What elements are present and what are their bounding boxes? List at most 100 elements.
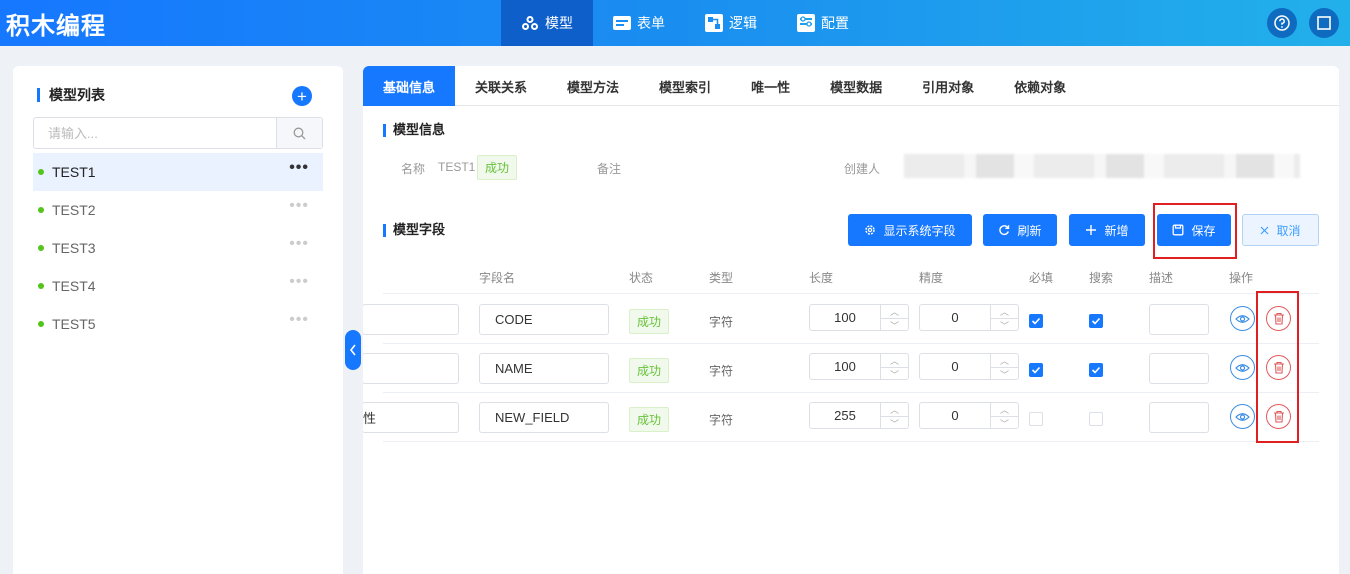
field-label-partial: 性 — [363, 411, 377, 426]
chevron-down-icon[interactable]: ﹀ — [881, 368, 908, 381]
button-label: 新增 — [1104, 223, 1129, 238]
nav-item-logic[interactable]: 逻辑 — [685, 0, 777, 46]
field-type: 字符 — [709, 364, 734, 378]
model-name: TEST4 — [52, 278, 96, 294]
search-icon — [293, 127, 306, 139]
button-label: 取消 — [1276, 223, 1301, 238]
description-input[interactable] — [1149, 402, 1209, 433]
nav-item-model[interactable]: 模型 — [501, 0, 593, 46]
chevron-down-icon[interactable]: ﹀ — [991, 319, 1018, 332]
column-header: 操作 — [1229, 271, 1254, 285]
fullscreen-button[interactable] — [1309, 8, 1339, 38]
field-type: 字符 — [709, 315, 734, 329]
chevron-down-icon[interactable]: ﹀ — [991, 417, 1018, 430]
column-header: 字段名 — [479, 271, 516, 285]
precision-stepper[interactable]: 0 ︿ ﹀ — [919, 353, 1019, 380]
view-button[interactable] — [1230, 306, 1255, 331]
top-bar: 积木编程 模型 表单 逻辑 配置 — [0, 0, 1350, 46]
more-options-icon[interactable]: ••• — [289, 273, 309, 291]
field-status-badge: 成功 — [629, 407, 670, 432]
collapse-sidebar-button[interactable] — [345, 330, 361, 370]
more-options-icon[interactable]: ••• — [289, 311, 309, 329]
chevron-up-icon[interactable]: ︿ — [881, 305, 908, 319]
chevron-up-icon[interactable]: ︿ — [881, 354, 908, 368]
field-label-input[interactable] — [363, 304, 459, 335]
required-checkbox[interactable] — [1029, 314, 1043, 328]
chevron-up-icon[interactable]: ︿ — [991, 403, 1018, 417]
model-name: TEST1 — [52, 164, 96, 180]
column-header: 状态 — [629, 271, 654, 285]
search-checkbox[interactable] — [1089, 412, 1103, 426]
eye-icon — [1235, 412, 1250, 421]
search-checkbox[interactable] — [1089, 363, 1103, 377]
model-item-test3[interactable]: TEST3 ••• — [33, 229, 323, 267]
model-info-title: 模型信息 — [383, 124, 445, 137]
model-fields-title: 模型字段 — [383, 224, 445, 237]
check-icon — [1031, 366, 1041, 374]
plus-icon: + — [297, 86, 307, 106]
model-name: TEST3 — [52, 240, 96, 256]
refresh-icon — [999, 225, 1010, 236]
model-search-input[interactable] — [34, 118, 276, 148]
chevron-up-icon[interactable]: ︿ — [991, 305, 1018, 319]
tab-basic-info[interactable]: 基础信息 — [363, 66, 456, 106]
tab-uniqueness[interactable]: 唯一性 — [731, 66, 810, 106]
tab-methods[interactable]: 模型方法 — [547, 66, 639, 106]
name-value: TEST1 — [438, 160, 476, 174]
search-button[interactable] — [276, 118, 322, 148]
tab-references[interactable]: 引用对象 — [902, 66, 994, 106]
field-label-input[interactable]: 性 — [363, 402, 459, 433]
model-search — [33, 117, 323, 149]
chevron-up-icon[interactable]: ︿ — [881, 403, 908, 417]
chevron-up-icon[interactable]: ︿ — [991, 354, 1018, 368]
required-checkbox[interactable] — [1029, 412, 1043, 426]
model-item-test4[interactable]: TEST4 ••• — [33, 267, 323, 305]
tab-model-data[interactable]: 模型数据 — [810, 66, 902, 106]
nav-item-form[interactable]: 表单 — [593, 0, 685, 46]
status-dot — [38, 169, 44, 175]
field-type: 字符 — [709, 413, 734, 427]
length-stepper[interactable]: 100 ︿ ﹀ — [809, 304, 909, 331]
cubes-icon — [522, 16, 538, 30]
field-label-input[interactable] — [363, 353, 459, 384]
delete-highlight-box — [1256, 291, 1299, 443]
detail-tabs: 基础信息 关联关系 模型方法 模型索引 唯一性 模型数据 引用对象 依赖对象 — [363, 66, 1339, 106]
field-name-input[interactable]: NAME — [479, 353, 609, 384]
precision-stepper[interactable]: 0 ︿ ﹀ — [919, 402, 1019, 429]
nav-item-config[interactable]: 配置 — [777, 0, 869, 46]
fields-table-header: 字段名 状态 类型 长度 精度 必填 搜索 描述 操作 — [383, 262, 1319, 294]
main-nav: 模型 表单 逻辑 配置 — [501, 0, 869, 46]
view-button[interactable] — [1230, 404, 1255, 429]
chevron-down-icon[interactable]: ﹀ — [881, 319, 908, 332]
length-stepper[interactable]: 100 ︿ ﹀ — [809, 353, 909, 380]
add-model-button[interactable]: + — [292, 86, 312, 106]
model-item-test2[interactable]: TEST2 ••• — [33, 191, 323, 229]
description-input[interactable] — [1149, 304, 1209, 335]
more-options-icon[interactable]: ••• — [289, 197, 309, 215]
add-field-button[interactable]: 新增 — [1069, 214, 1145, 246]
search-checkbox[interactable] — [1089, 314, 1103, 328]
length-stepper[interactable]: 255 ︿ ﹀ — [809, 402, 909, 429]
field-name-input[interactable]: CODE — [479, 304, 609, 335]
required-checkbox[interactable] — [1029, 363, 1043, 377]
button-label: 刷新 — [1017, 223, 1042, 238]
tab-indexes[interactable]: 模型索引 — [639, 66, 731, 106]
refresh-button[interactable]: 刷新 — [983, 214, 1057, 246]
view-button[interactable] — [1230, 355, 1255, 380]
save-highlight-box — [1153, 203, 1237, 259]
cancel-button[interactable]: 取消 — [1242, 214, 1319, 246]
chevron-down-icon[interactable]: ﹀ — [881, 417, 908, 430]
tab-dependencies[interactable]: 依赖对象 — [994, 66, 1086, 106]
more-options-icon[interactable]: ••• — [289, 159, 309, 177]
field-name-input[interactable]: NEW_FIELD — [479, 402, 609, 433]
tab-relations[interactable]: 关联关系 — [455, 66, 547, 106]
precision-stepper[interactable]: 0 ︿ ﹀ — [919, 304, 1019, 331]
show-system-fields-button[interactable]: 显示系统字段 — [848, 214, 972, 246]
model-item-test5[interactable]: TEST5 ••• — [33, 305, 323, 343]
more-options-icon[interactable]: ••• — [289, 235, 309, 253]
chevron-down-icon[interactable]: ﹀ — [991, 368, 1018, 381]
description-input[interactable] — [1149, 353, 1209, 384]
model-item-test1[interactable]: TEST1 ••• — [33, 153, 323, 191]
name-label: 名称 — [401, 162, 426, 176]
help-button[interactable] — [1267, 8, 1297, 38]
